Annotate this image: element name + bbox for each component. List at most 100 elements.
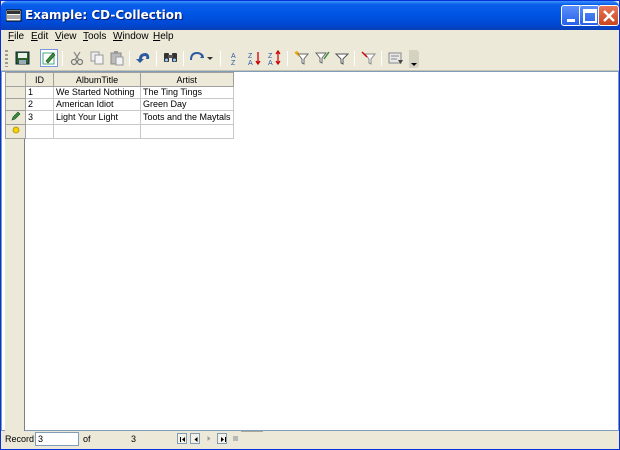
new-record-nav-icon [233, 436, 238, 441]
undo-icon [136, 53, 150, 63]
copy-button[interactable] [88, 49, 106, 67]
cell-id[interactable] [25, 124, 54, 139]
cell-id[interactable]: 1 [25, 86, 54, 99]
record-navigation-bar: Record 3 of 3 [1, 431, 619, 449]
cell-artist[interactable]: Green Day [140, 98, 234, 111]
menu-window[interactable]: Window [113, 31, 149, 42]
toolbar-overflow-button[interactable] [409, 50, 419, 68]
paste-icon [110, 51, 124, 66]
previous-record-icon [194, 437, 198, 442]
header-row: ID AlbumTitle Artist [5, 72, 234, 87]
cell-albumtitle[interactable] [53, 124, 141, 139]
menu-help[interactable]: Help [153, 31, 174, 42]
cell-albumtitle[interactable]: We Started Nothing [53, 86, 141, 99]
select-all-corner[interactable] [5, 72, 26, 87]
menu-edit[interactable]: Edit [31, 31, 48, 42]
menu-view[interactable]: View [55, 31, 77, 42]
standard-filter-button[interactable] [313, 49, 331, 67]
refresh-dropdown[interactable] [205, 49, 215, 67]
of-label: of [83, 434, 91, 444]
save-record-button[interactable] [14, 49, 32, 67]
row-selector[interactable] [5, 110, 26, 125]
refresh-button[interactable] [188, 49, 206, 67]
close-button[interactable] [598, 5, 619, 26]
records-table: ID AlbumTitle Artist 1 We Started Nothin… [5, 72, 234, 139]
toolbar: A Z Z A Z A [1, 46, 619, 71]
total-records: 3 [131, 434, 137, 444]
undo-button[interactable] [135, 49, 153, 67]
sort-ascending-icon: A Z [231, 53, 236, 67]
menu-file[interactable]: File [8, 31, 24, 42]
svg-text:Z: Z [268, 53, 273, 60]
remove-filter-icon [361, 51, 377, 65]
cell-albumtitle[interactable]: Light Your Light [53, 110, 141, 125]
new-record-button[interactable] [231, 433, 241, 444]
last-record-button[interactable] [217, 433, 227, 444]
row-selector[interactable] [5, 124, 26, 139]
row-selector[interactable] [5, 86, 26, 99]
sort-icon: Z A [268, 49, 281, 67]
row-selector[interactable] [5, 98, 26, 111]
previous-record-button[interactable] [190, 433, 200, 444]
next-record-button[interactable] [204, 433, 214, 444]
chevron-down-icon [411, 63, 417, 66]
column-header-artist[interactable]: Artist [140, 72, 234, 87]
sort-descending-icon: Z A [248, 52, 261, 67]
data-to-text-button[interactable] [387, 49, 405, 67]
database-app-icon[interactable] [5, 8, 22, 22]
toolbar-separator [156, 51, 157, 66]
apply-filter-button[interactable] [333, 49, 351, 67]
menu-tools[interactable]: Tools [83, 31, 106, 42]
cell-id[interactable]: 2 [25, 98, 54, 111]
cell-albumtitle[interactable]: American Idiot [53, 98, 141, 111]
autofilter-button[interactable] [293, 49, 311, 67]
first-record-button[interactable] [177, 433, 187, 444]
horizontal-scrollbar-edge [241, 431, 263, 432]
record-label: Record [5, 434, 35, 444]
copy-icon [90, 51, 104, 65]
cell-artist[interactable] [140, 124, 234, 139]
title-bar[interactable]: Example: CD-Collection [1, 1, 619, 30]
data-to-text-icon [388, 52, 403, 64]
cut-icon [70, 51, 84, 66]
cell-artist[interactable]: Toots and the Maytals [140, 110, 234, 125]
refresh-icon [190, 51, 204, 61]
new-record-row[interactable] [5, 124, 234, 139]
svg-text:Z: Z [231, 60, 236, 67]
paste-button[interactable] [108, 49, 126, 67]
cell-id[interactable]: 3 [25, 110, 54, 125]
edit-data-icon [42, 52, 56, 65]
table-row[interactable]: 2 American Idiot Green Day [5, 98, 234, 111]
data-grid[interactable]: ID AlbumTitle Artist 1 We Started Nothin… [1, 71, 619, 431]
apply-filter-icon [334, 53, 350, 65]
first-record-icon [180, 437, 185, 442]
svg-text:Z: Z [248, 53, 253, 60]
find-record-button[interactable] [162, 49, 180, 67]
column-header-albumtitle[interactable]: AlbumTitle [53, 72, 141, 87]
new-record-icon [12, 126, 19, 134]
record-number-input[interactable]: 3 [35, 432, 79, 446]
sort-ascending-button[interactable]: A Z [226, 49, 244, 67]
toolbar-separator [381, 51, 382, 66]
toolbar-separator [62, 51, 63, 66]
cell-artist[interactable]: The Ting Tings [140, 86, 234, 99]
svg-text:A: A [248, 60, 253, 67]
sort-descending-button[interactable]: Z A [246, 49, 264, 67]
window-title: Example: CD-Collection [25, 8, 183, 22]
table-row[interactable]: 1 We Started Nothing The Ting Tings [5, 86, 234, 99]
remove-filter-button[interactable] [360, 49, 378, 67]
table-row[interactable]: 3 Light Your Light Toots and the Maytals [5, 110, 234, 125]
cut-button[interactable] [68, 49, 86, 67]
toolbar-grip[interactable] [5, 50, 8, 67]
maximize-button[interactable] [579, 5, 600, 26]
svg-text:A: A [231, 53, 236, 60]
standard-filter-icon [314, 51, 330, 64]
edit-data-button[interactable] [40, 49, 58, 67]
sort-button[interactable]: Z A [266, 49, 284, 67]
toolbar-separator [129, 51, 130, 66]
close-icon [603, 10, 615, 22]
save-record-icon [15, 51, 30, 65]
menu-bar: File Edit View Tools Window Help [1, 30, 619, 46]
column-header-id[interactable]: ID [25, 72, 54, 87]
toolbar-separator [220, 51, 221, 66]
